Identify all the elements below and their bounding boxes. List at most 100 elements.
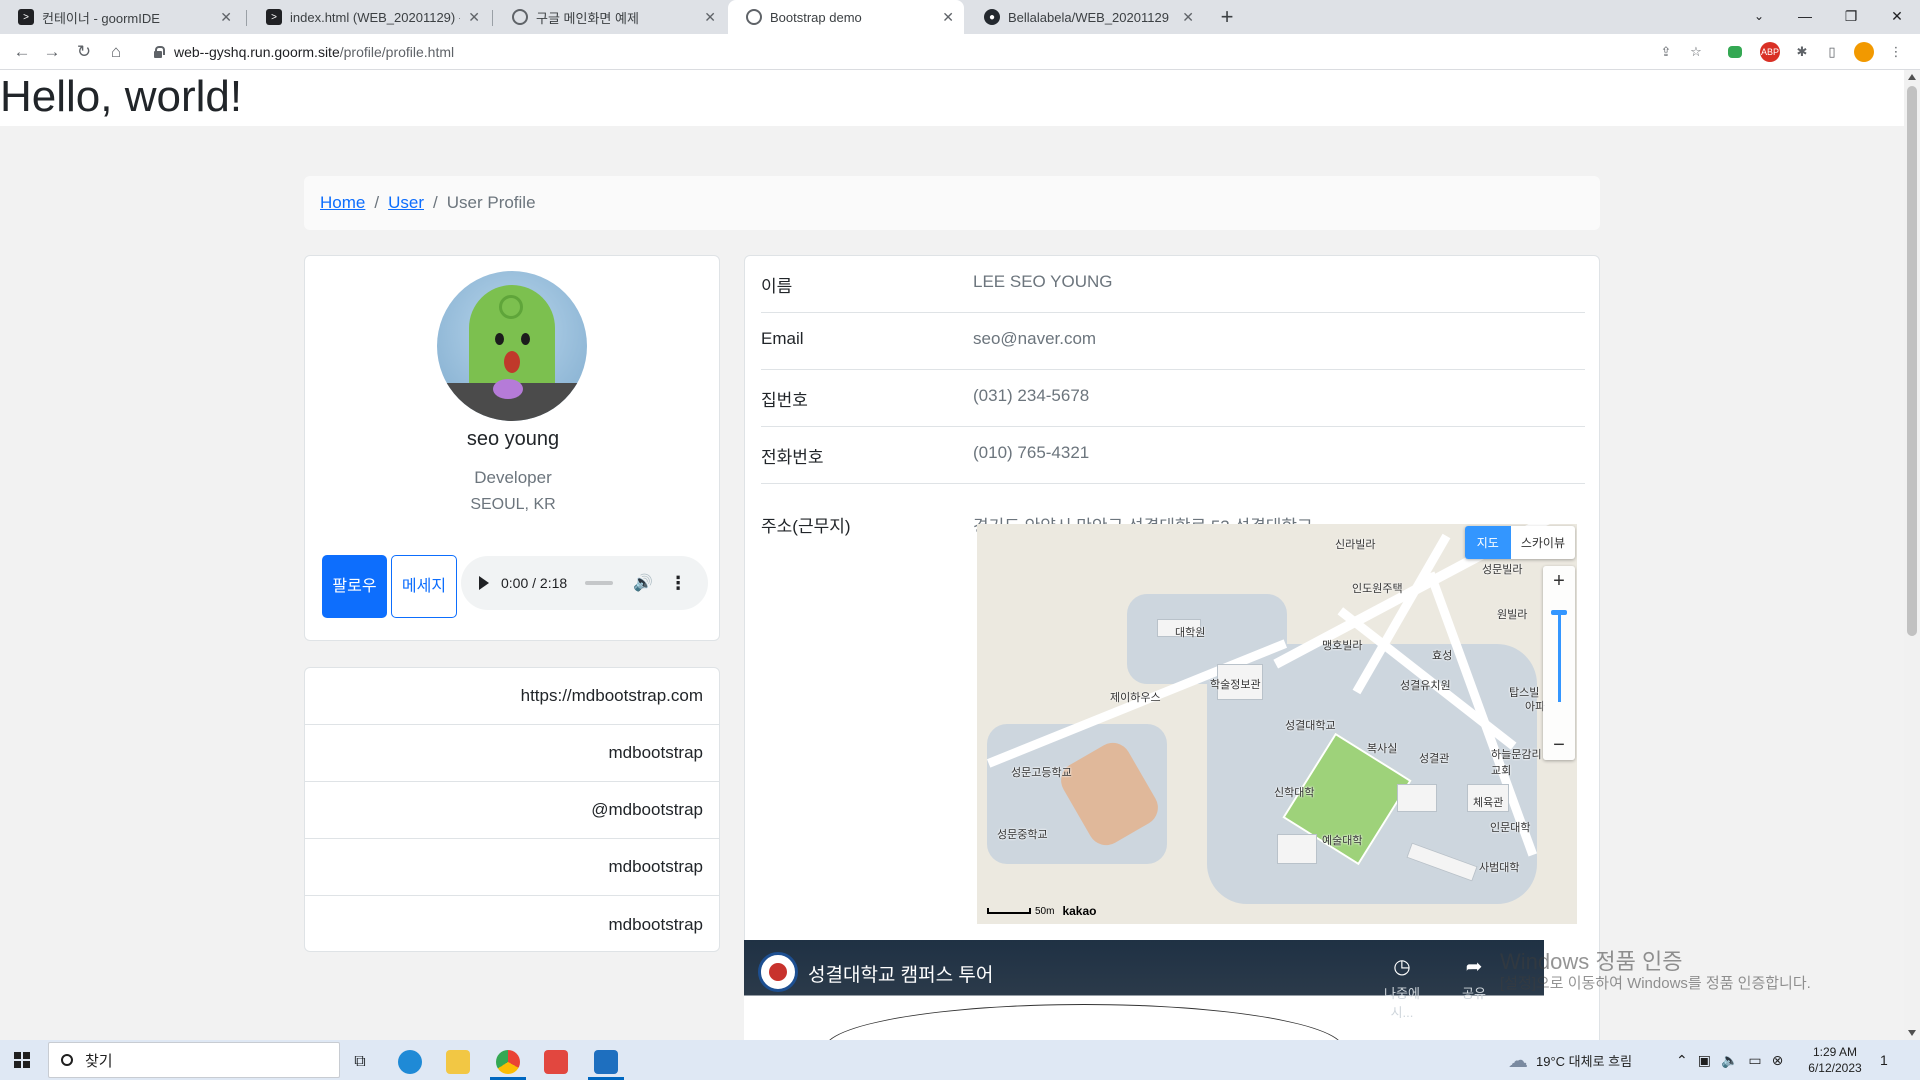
browser-tab-bar: > 컨테이너 - goormIDE ✕ > index.html (WEB_20… bbox=[0, 0, 1920, 34]
zoom-in-button[interactable]: + bbox=[1543, 566, 1575, 596]
info-row-mobile-phone: 전화번호 (010) 765-4321 bbox=[761, 427, 1585, 484]
lock-icon[interactable] bbox=[152, 46, 165, 58]
info-row-home-phone: 집번호 (031) 234-5678 bbox=[761, 370, 1585, 427]
kakao-logo: kakao bbox=[1062, 904, 1097, 918]
zoom-out-button[interactable]: − bbox=[1543, 730, 1575, 760]
audio-player: 0:00 / 2:18 🔊 ⋮ bbox=[461, 556, 708, 610]
kakao-map[interactable]: 신라빌라 인도원주택 대학원 맹호빌라 성문빌라 원빌라 제이하우스 학술정보관… bbox=[977, 524, 1577, 924]
adblock-extension-icon[interactable]: ABP bbox=[1760, 42, 1780, 62]
tab-google-example[interactable]: 구글 메인화면 예제 ✕ bbox=[494, 0, 726, 34]
close-icon[interactable]: ✕ bbox=[468, 9, 480, 26]
maximize-button[interactable]: ❐ bbox=[1828, 0, 1874, 34]
tab-bootstrap-demo[interactable]: Bootstrap demo ✕ bbox=[728, 0, 964, 34]
audio-more-icon[interactable]: ⋮ bbox=[669, 573, 687, 594]
page-heading: Hello, world! bbox=[0, 72, 243, 121]
ime-icon[interactable]: ⊗ bbox=[1772, 1052, 1784, 1069]
close-icon[interactable]: ✕ bbox=[220, 9, 232, 26]
file-explorer-icon[interactable] bbox=[436, 1044, 480, 1080]
watch-later-button[interactable]: ◷ 나중에 시... bbox=[1372, 954, 1432, 1021]
breadcrumb-home-link[interactable]: Home bbox=[320, 193, 365, 213]
windows-start-icon[interactable] bbox=[14, 1052, 30, 1068]
app-red-icon[interactable] bbox=[534, 1044, 578, 1080]
side-panel-icon[interactable]: ▯ bbox=[1822, 42, 1842, 62]
info-row-email: Email seo@naver.com bbox=[761, 313, 1585, 370]
page-viewport: Hello, world! Home / User / User Profile… bbox=[0, 70, 1904, 1040]
reload-icon[interactable]: ↻ bbox=[72, 40, 96, 64]
map-type-map-button[interactable]: 지도 bbox=[1464, 526, 1511, 559]
zoom-slider[interactable] bbox=[1558, 610, 1561, 702]
list-item[interactable]: mdbootstrap bbox=[305, 896, 719, 953]
map-scale: 50m kakao bbox=[987, 904, 1096, 918]
profile-card: seo young Developer SEOUL, KR 팔로우 메세지 0:… bbox=[304, 255, 720, 641]
tab-index-html[interactable]: > index.html (WEB_20201129) - g ✕ bbox=[248, 0, 490, 34]
chrome-icon[interactable] bbox=[486, 1044, 530, 1080]
photos-app-icon[interactable] bbox=[584, 1044, 628, 1080]
system-tray: ⌃ ▣ 🔈 ▭ ⊗ bbox=[1676, 1040, 1783, 1080]
audio-time: 0:00 / 2:18 bbox=[501, 575, 568, 591]
windows-activation-text: [설정]으로 이동하여 Windows를 정품 인증합니다. bbox=[1500, 975, 1811, 992]
address-bar[interactable]: web--gyshq.run.goorm.site/profile/profil… bbox=[140, 38, 1685, 66]
notification-center-icon[interactable]: 1 bbox=[1880, 1040, 1888, 1080]
extension-green-icon[interactable] bbox=[1728, 46, 1742, 58]
clock-icon: ◷ bbox=[1393, 956, 1411, 978]
minimize-button[interactable]: — bbox=[1782, 0, 1828, 34]
share-icon[interactable]: ⇪ bbox=[1656, 42, 1676, 62]
task-view-icon[interactable]: ⧉ bbox=[338, 1044, 382, 1080]
terminal-icon: > bbox=[18, 9, 34, 25]
message-button[interactable]: 메세지 bbox=[391, 555, 457, 618]
profile-location: SEOUL, KR bbox=[470, 496, 556, 513]
share-button[interactable]: ➦ 공유 bbox=[1444, 954, 1504, 1002]
map-type-switch: 지도 스카이뷰 bbox=[1464, 526, 1575, 559]
zoom-handle[interactable] bbox=[1551, 610, 1567, 615]
list-item[interactable]: mdbootstrap bbox=[305, 839, 719, 896]
tab-github-repo[interactable]: ● Bellalabela/WEB_20201129 ✕ bbox=[966, 0, 1204, 34]
taskbar-search-box[interactable]: 찾기 bbox=[48, 1042, 340, 1078]
campus-tour-video[interactable]: 성결대학교 캠퍼스 투어 ◷ 나중에 시... ➦ 공유 bbox=[744, 940, 1544, 1040]
taskbar-clock[interactable]: 1:29 AM 6/12/2023 bbox=[1790, 1044, 1880, 1076]
scroll-up-arrow[interactable] bbox=[1908, 74, 1916, 80]
volume-tray-icon[interactable]: 🔈 bbox=[1721, 1052, 1738, 1069]
profile-info-card: 이름 LEE SEO YOUNG Email seo@naver.com 집번호… bbox=[744, 255, 1600, 1040]
globe-icon bbox=[746, 9, 762, 25]
list-item[interactable]: https://mdbootstrap.com bbox=[305, 668, 719, 725]
extensions-puzzle-icon[interactable]: ✱ bbox=[1792, 42, 1812, 62]
tab-goormide-container[interactable]: > 컨테이너 - goormIDE ✕ bbox=[0, 0, 242, 34]
close-icon[interactable]: ✕ bbox=[1182, 9, 1194, 26]
list-item[interactable]: mdbootstrap bbox=[305, 725, 719, 782]
forward-icon[interactable]: → bbox=[40, 40, 64, 64]
edge-icon[interactable] bbox=[388, 1044, 432, 1080]
page-scrollbar[interactable] bbox=[1904, 70, 1920, 1040]
tab-search-button[interactable]: ⌄ bbox=[1736, 0, 1782, 34]
breadcrumb-current: User Profile bbox=[446, 193, 536, 212]
new-tab-button[interactable]: + bbox=[1214, 4, 1240, 30]
profile-avatar-icon[interactable] bbox=[1854, 42, 1874, 62]
breadcrumb: Home / User / User Profile bbox=[304, 176, 1600, 230]
bookmark-star-icon[interactable]: ☆ bbox=[1686, 42, 1706, 62]
breadcrumb-user-link[interactable]: User bbox=[388, 193, 424, 213]
globe-icon bbox=[512, 9, 528, 25]
audio-seek-slider[interactable] bbox=[585, 581, 614, 585]
follow-button[interactable]: 팔로우 bbox=[322, 555, 387, 618]
scroll-thumb[interactable] bbox=[1907, 86, 1917, 636]
close-icon[interactable]: ✕ bbox=[704, 9, 716, 26]
url-path: /profile/profile.html bbox=[339, 44, 455, 60]
weather-widget[interactable]: ☁ 19°C 대체로 흐림 bbox=[1508, 1040, 1632, 1080]
share-arrow-icon: ➦ bbox=[1465, 956, 1483, 978]
home-icon[interactable]: ⌂ bbox=[104, 40, 128, 64]
tray-device-icon[interactable]: ▣ bbox=[1698, 1052, 1711, 1069]
volume-icon[interactable]: 🔊 bbox=[633, 573, 653, 593]
tray-overflow-icon[interactable]: ⌃ bbox=[1676, 1052, 1688, 1069]
network-icon[interactable]: ▭ bbox=[1748, 1052, 1761, 1069]
list-item[interactable]: @mdbootstrap bbox=[305, 782, 719, 839]
info-row-name: 이름 LEE SEO YOUNG bbox=[761, 256, 1585, 313]
close-window-button[interactable]: ✕ bbox=[1874, 0, 1920, 34]
back-icon[interactable]: ← bbox=[10, 40, 34, 64]
map-type-skyview-button[interactable]: 스카이뷰 bbox=[1511, 526, 1575, 559]
video-title[interactable]: 성결대학교 캠퍼스 투어 bbox=[808, 960, 993, 987]
scroll-down-arrow[interactable] bbox=[1908, 1030, 1916, 1036]
channel-logo[interactable] bbox=[758, 952, 798, 992]
menu-kebab-icon[interactable]: ⋮ bbox=[1886, 42, 1906, 62]
social-links-card: https://mdbootstrap.com mdbootstrap @mdb… bbox=[304, 667, 720, 952]
play-icon[interactable] bbox=[479, 576, 489, 590]
close-icon[interactable]: ✕ bbox=[942, 9, 954, 26]
